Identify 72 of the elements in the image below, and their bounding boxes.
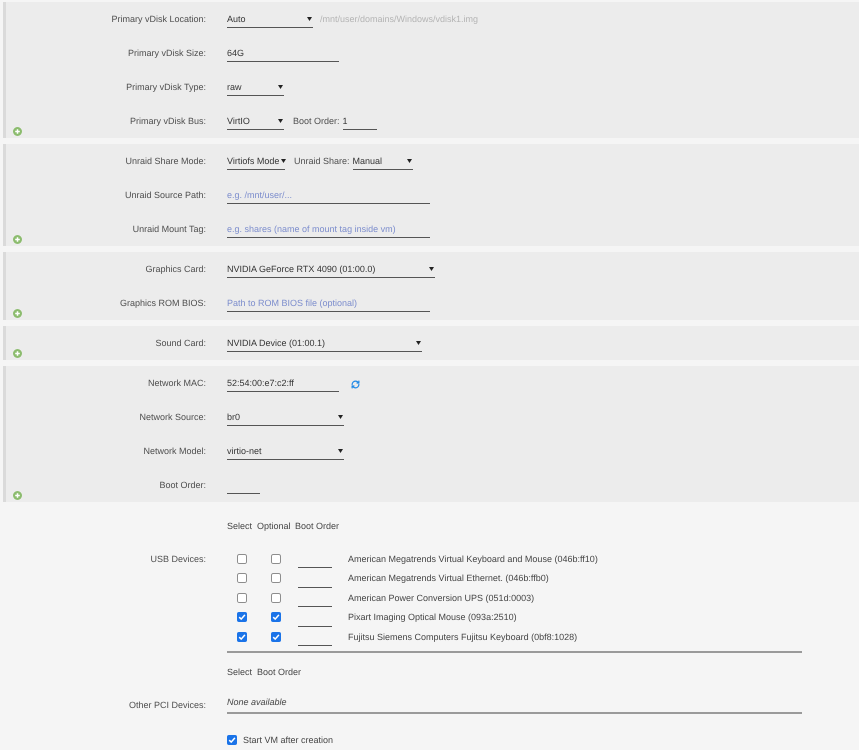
- field-label: Boot Order:: [293, 115, 340, 127]
- add-icon[interactable]: [13, 349, 22, 358]
- checkbox[interactable]: [227, 734, 237, 744]
- checkbox[interactable]: [271, 612, 281, 622]
- dropdown[interactable]: br0: [227, 408, 344, 426]
- caret-icon: [416, 340, 421, 344]
- field-label: Primary vDisk Location:: [110, 13, 206, 25]
- text-field[interactable]: Path to ROM BIOS file (optional): [227, 294, 430, 312]
- text-field[interactable]: 64G: [227, 44, 339, 62]
- field-label: Primary vDisk Type:: [125, 81, 206, 93]
- field-label: Boot Order:: [158, 479, 206, 491]
- checkbox-label: Start VM after creation: [243, 734, 334, 746]
- field-label: Unraid Mount Tag:: [132, 223, 206, 235]
- add-icon[interactable]: [13, 127, 22, 136]
- caret-icon: [307, 16, 312, 20]
- dropdown[interactable]: virtio-net: [227, 442, 344, 460]
- column-header: Select: [227, 520, 254, 532]
- add-icon[interactable]: [13, 235, 22, 244]
- dropdown[interactable]: raw: [227, 78, 284, 96]
- checkbox[interactable]: [271, 632, 281, 642]
- device-name: American Megatrends Virtual Keyboard and Mouse (046b:ff10): [348, 552, 598, 565]
- column-header: Optional: [257, 520, 292, 532]
- field-label: Unraid Share:: [294, 155, 350, 167]
- field-label: Graphics Card:: [144, 263, 206, 275]
- add-icon[interactable]: [13, 309, 22, 318]
- text-field[interactable]: 1: [342, 112, 377, 130]
- field-label: Unraid Share Mode:: [124, 155, 206, 167]
- dropdown[interactable]: VirtIO: [227, 112, 284, 130]
- caret-icon: [406, 158, 412, 162]
- caret-icon: [278, 118, 283, 122]
- add-icon[interactable]: [13, 491, 22, 500]
- field-label: Other PCI Devices:: [128, 698, 206, 710]
- field-label: USB Devices:: [150, 552, 206, 565]
- field-label: Graphics ROM BIOS:: [118, 297, 206, 309]
- text-field[interactable]: e.g. shares (name of mount tag inside vm): [227, 220, 430, 238]
- file-path-text: /mnt/user/domains/Windows/vdisk1.img: [320, 13, 478, 25]
- caret-icon: [338, 414, 343, 418]
- caret-icon: [281, 158, 286, 162]
- caret-icon: [338, 448, 343, 452]
- dropdown[interactable]: Manual: [352, 152, 413, 170]
- dropdown[interactable]: NVIDIA Device (01:00.1): [227, 334, 422, 352]
- text-field[interactable]: e.g. /mnt/user/...: [227, 186, 430, 204]
- checkbox[interactable]: [271, 592, 281, 603]
- field-label: Primary vDisk Size:: [126, 47, 206, 59]
- column-header: Select: [227, 666, 254, 678]
- empty-list-text: None available: [227, 696, 287, 708]
- field-label: Primary vDisk Bus:: [128, 115, 206, 127]
- caret-icon: [429, 266, 434, 270]
- dropdown[interactable]: NVIDIA GeForce RTX 4090 (01:00.0): [227, 260, 435, 278]
- dropdown[interactable]: Auto: [227, 10, 313, 28]
- column-header: Boot Order: [257, 666, 302, 678]
- checkbox[interactable]: [237, 612, 247, 622]
- field-label: Network Model:: [142, 445, 206, 457]
- refresh-icon[interactable]: [351, 380, 360, 388]
- column-header: Boot Order: [295, 520, 340, 532]
- field-label: Unraid Source Path:: [124, 189, 206, 201]
- checkbox[interactable]: [237, 573, 247, 584]
- checkbox[interactable]: [237, 554, 247, 564]
- field-label: Network MAC:: [146, 377, 206, 389]
- device-name: Pixart Imaging Optical Mouse (093a:2510): [348, 611, 517, 624]
- dropdown[interactable]: Virtiofs Mode: [227, 152, 285, 170]
- field-label: Sound Card:: [154, 337, 206, 349]
- device-name: American Power Conversion UPS (051d:0003): [348, 592, 534, 604]
- caret-icon: [278, 84, 283, 88]
- checkbox[interactable]: [271, 554, 281, 564]
- device-name: Fujitsu Siemens Computers Fujitsu Keyboard (0bf8:1028): [348, 630, 578, 643]
- checkbox[interactable]: [237, 592, 247, 603]
- text-field[interactable]: 52:54:00:e7:c2:ff: [227, 374, 339, 392]
- device-name: American Megatrends Virtual Ethernet. (046b:ffb0): [348, 572, 549, 584]
- checkbox[interactable]: [271, 573, 281, 584]
- checkbox[interactable]: [237, 632, 247, 642]
- field-label: Network Source:: [138, 411, 206, 423]
